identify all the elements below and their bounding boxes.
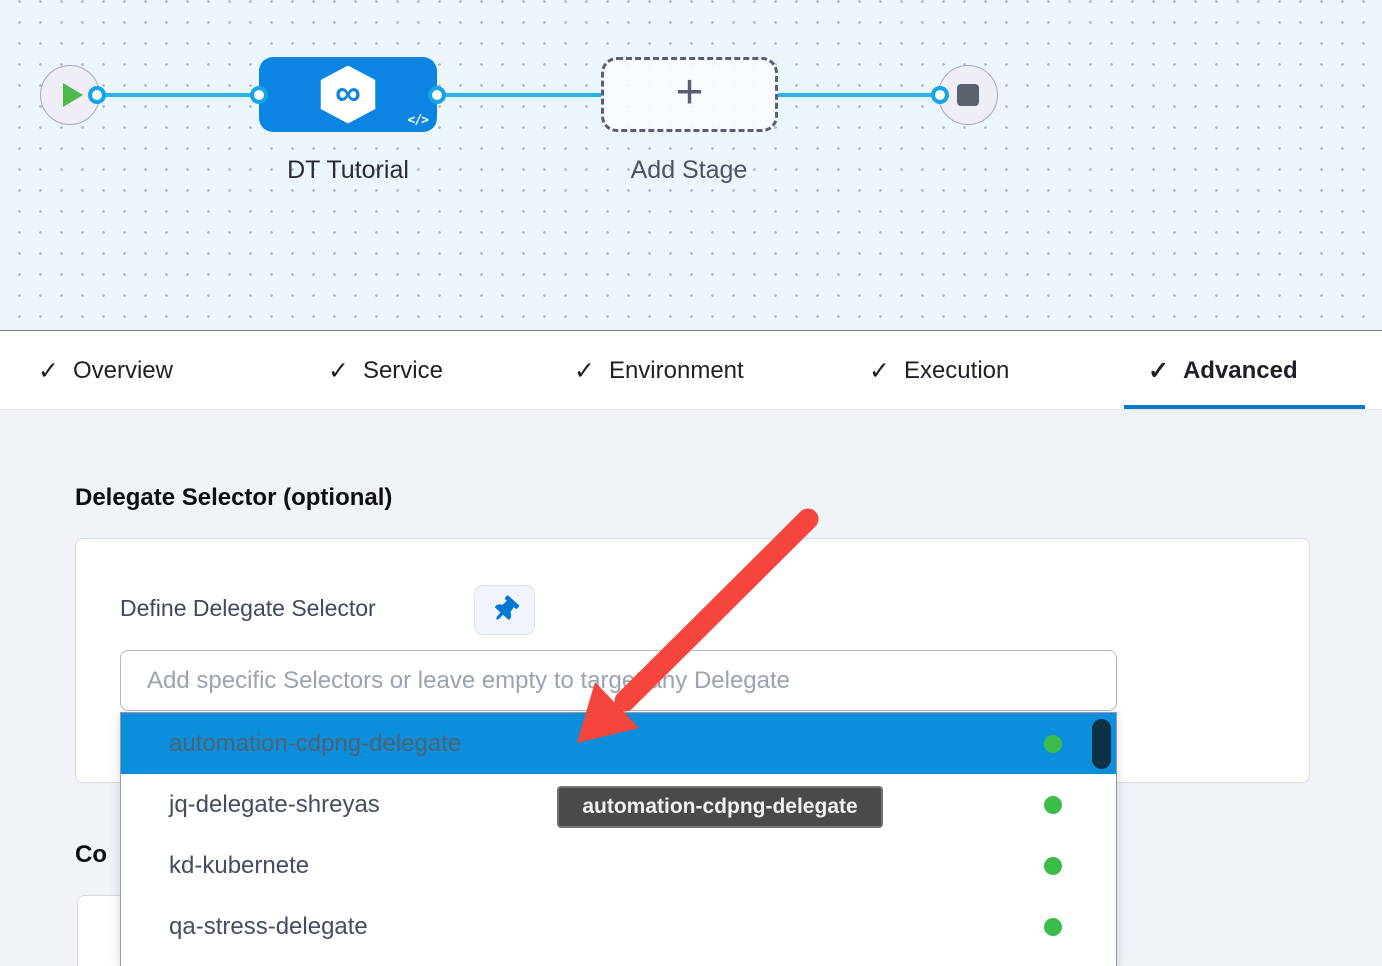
- tab-overview[interactable]: ✓ Overview: [38, 331, 173, 410]
- tab-label: Overview: [73, 357, 173, 385]
- tooltip-text: automation-cdpng-delegate: [582, 795, 857, 819]
- delegate-dropdown-menu: automation-cdpng-delegate jq-delegate-sh…: [120, 712, 1117, 966]
- check-icon: ✓: [869, 356, 890, 386]
- delegate-selector-input[interactable]: [120, 650, 1117, 711]
- infinity-glyph: ∞: [335, 75, 361, 111]
- dropdown-item-kd-kubernete[interactable]: kd-kubernete: [121, 835, 1116, 896]
- plus-icon: +: [675, 71, 703, 114]
- dropdown-scrollbar-thumb[interactable]: [1092, 719, 1111, 769]
- pin-button[interactable]: [474, 585, 535, 635]
- pipeline-studio-page: ∞ </> DT Tutorial + Add Stage ✓ Overview…: [0, 0, 1382, 966]
- next-section-heading-partial: Co: [75, 841, 107, 869]
- harness-cd-hexagon-icon: ∞: [317, 66, 379, 124]
- status-dot-green-icon: [1044, 857, 1062, 875]
- check-icon: ✓: [328, 356, 349, 386]
- pin-icon: [488, 593, 522, 627]
- tab-label: Execution: [904, 357, 1009, 385]
- add-stage-button[interactable]: +: [601, 57, 778, 132]
- pipeline-edge: [437, 93, 603, 97]
- tab-label: Advanced: [1183, 357, 1298, 385]
- dropdown-item-automation-cdpng-delegate[interactable]: automation-cdpng-delegate: [121, 713, 1116, 774]
- play-icon: [63, 83, 83, 107]
- code-icon: </>: [408, 113, 428, 128]
- check-icon: ✓: [574, 356, 595, 386]
- dropdown-item-label: kd-kubernete: [169, 852, 309, 880]
- stage-node-dt-tutorial[interactable]: ∞ </>: [259, 57, 437, 132]
- tab-label: Environment: [609, 357, 744, 385]
- tab-service[interactable]: ✓ Service: [328, 331, 443, 410]
- add-stage-label: Add Stage: [579, 156, 799, 185]
- dropdown-item-label: automation-cdpng-delegate: [169, 730, 461, 758]
- tab-advanced[interactable]: ✓ Advanced: [1148, 331, 1298, 410]
- connector-port: [88, 86, 106, 104]
- dropdown-item-qa-stress-delegate[interactable]: qa-stress-delegate: [121, 896, 1116, 957]
- pipeline-edge: [777, 93, 942, 97]
- delegate-selector-heading: Delegate Selector (optional): [75, 484, 392, 512]
- stage-tabbar: ✓ Overview ✓ Service ✓ Environment ✓ Exe…: [0, 330, 1382, 410]
- connector-port: [931, 86, 949, 104]
- status-dot-green-icon: [1044, 918, 1062, 936]
- check-icon: ✓: [38, 356, 59, 386]
- dropdown-item-label: qa-stress-delegate: [169, 913, 368, 941]
- stage-node-label: DT Tutorial: [238, 156, 458, 185]
- active-tab-underline: [1124, 405, 1365, 409]
- tab-environment[interactable]: ✓ Environment: [574, 331, 744, 410]
- dropdown-item-label: jq-delegate-shreyas: [169, 791, 380, 819]
- tab-execution[interactable]: ✓ Execution: [869, 331, 1009, 410]
- check-icon: ✓: [1148, 356, 1169, 386]
- delegate-tooltip: automation-cdpng-delegate: [557, 786, 883, 828]
- tab-label: Service: [363, 357, 443, 385]
- pipeline-edge: [100, 93, 262, 97]
- status-dot-green-icon: [1044, 796, 1062, 814]
- pipeline-canvas[interactable]: ∞ </> DT Tutorial + Add Stage: [0, 0, 1382, 330]
- connector-port: [428, 86, 446, 104]
- connector-port: [250, 86, 268, 104]
- status-dot-green-icon: [1044, 735, 1062, 753]
- define-delegate-selector-label: Define Delegate Selector: [120, 595, 376, 622]
- stop-icon: [957, 84, 979, 106]
